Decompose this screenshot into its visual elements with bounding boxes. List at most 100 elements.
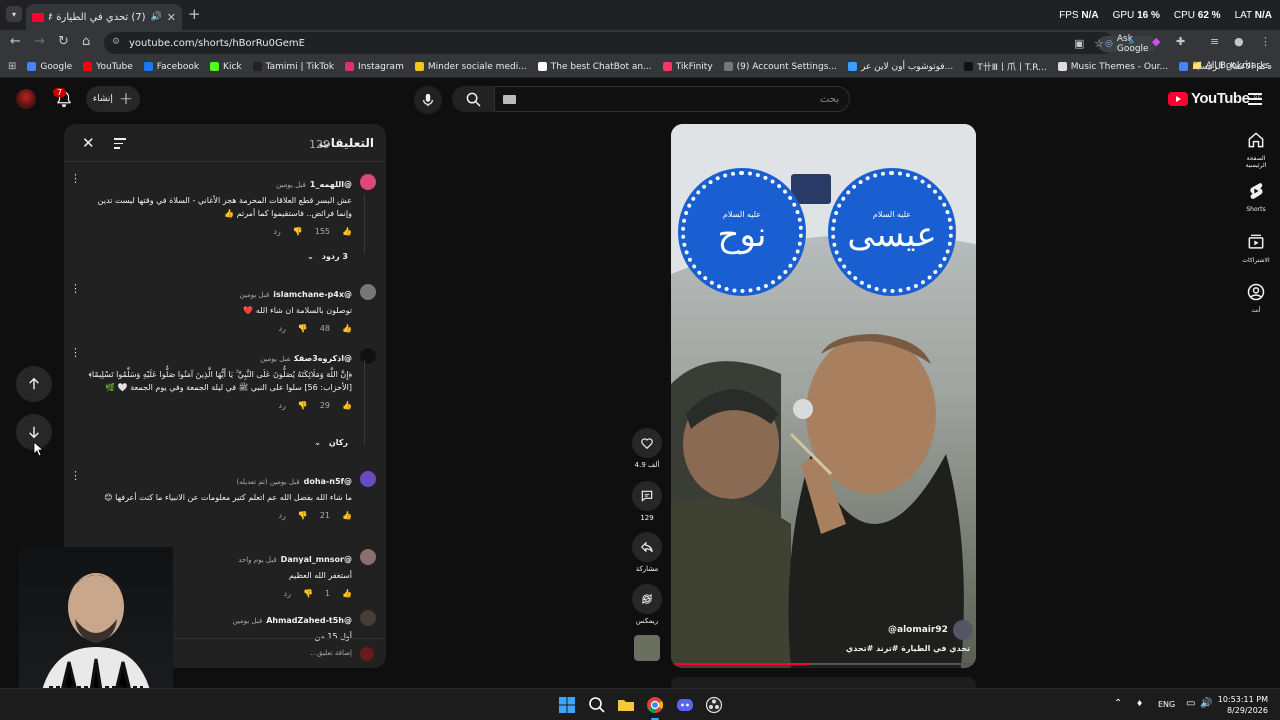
reply-button[interactable]: رد (273, 227, 280, 236)
thumbs-up-icon[interactable]: 👍 (342, 324, 352, 333)
language-indicator[interactable]: ENG (1158, 700, 1175, 709)
share-button[interactable]: مشاركة (632, 532, 662, 573)
bookmark-item[interactable]: TikFinity (662, 62, 713, 72)
comment-menu-icon[interactable]: ⋮ (70, 172, 81, 185)
bookmark-item[interactable]: (9) Account Settings... (723, 62, 837, 72)
profile-icon[interactable]: ● (1234, 35, 1244, 48)
bookmark-item[interactable]: Music Themes - Our... (1057, 62, 1168, 72)
comment-author[interactable]: @اللهمه_1 (310, 180, 352, 189)
comment-menu-icon[interactable]: ⋮ (70, 346, 81, 359)
apps-grid-icon[interactable]: ⊞ (8, 61, 16, 72)
taskbar-search-icon[interactable] (587, 695, 607, 715)
add-comment-input[interactable]: إضافة تعليق... (310, 649, 352, 657)
comment-author[interactable]: @Danyal_mnsor (281, 555, 352, 564)
ask-google-button[interactable]: ◎ Ask Google (1098, 34, 1156, 54)
tray-location-icon[interactable]: ♦ (1136, 699, 1143, 708)
comments-button[interactable]: 129 (632, 481, 662, 522)
commenter-avatar[interactable] (360, 610, 376, 626)
thumbs-up-icon[interactable]: 👍 (342, 401, 352, 410)
volume-icon[interactable]: 🔊 (1200, 698, 1212, 709)
create-button[interactable]: إنشاء + (86, 86, 140, 112)
bookmark-item[interactable]: T卄Ⅲ丨爪丨T.R... (964, 60, 1047, 73)
back-icon[interactable]: ← (10, 34, 21, 49)
comment-author[interactable]: @اذكروه3صقك (294, 354, 352, 363)
channel-link[interactable]: @alomair92 (888, 620, 973, 640)
thumbs-down-icon[interactable]: 👎 (298, 401, 308, 410)
reply-button[interactable]: رد (284, 589, 291, 598)
system-clock[interactable]: 10:53:11 PM 8/29/2026 (1218, 694, 1268, 716)
tab-search-button[interactable]: ▾ (6, 6, 22, 22)
bookmark-item[interactable]: YouTube (83, 62, 133, 72)
reply-button[interactable]: رد (278, 324, 285, 333)
bookmark-item[interactable]: فوتوشوب أون لاين عر... (847, 62, 953, 72)
bookmark-item[interactable]: Minder sociale medi... (414, 62, 527, 72)
reading-list-icon[interactable]: ≡ (1210, 35, 1219, 48)
reload-icon[interactable]: ↻ (58, 34, 69, 49)
thumbs-up-icon[interactable]: 👍 (342, 589, 352, 598)
thumbs-down-icon[interactable]: 👎 (293, 227, 303, 236)
short-video-player[interactable]: عليه السلام نوح عليه السلام عيسى (671, 124, 976, 668)
extensions-puzzle-icon[interactable]: ✚ (1176, 35, 1185, 48)
sidenav-you[interactable]: أنت (1236, 282, 1276, 314)
network-icon[interactable]: ▭ (1186, 698, 1195, 709)
close-tab-icon[interactable]: ✕ (167, 11, 176, 24)
bookmark-item[interactable]: Tamimi | TikTok (252, 62, 334, 72)
like-button[interactable]: 4.9 ألف (632, 428, 662, 469)
bookmark-item[interactable]: Google (27, 62, 72, 72)
browser-tab[interactable]: (7) تحدي في الطيارة #ترند ... 🔊 ✕ (26, 4, 182, 30)
thumbs-up-icon[interactable]: 👍 (342, 227, 352, 236)
bookmark-star-icon[interactable]: ☆ (1094, 37, 1104, 50)
comment-author[interactable]: @AhmadZahed-t5h (266, 616, 352, 625)
channel-avatar[interactable] (16, 89, 36, 109)
sidenav-subscriptions[interactable]: الاشتراكات (1236, 232, 1276, 264)
extension-icon[interactable]: » (1128, 35, 1135, 48)
bookmark-item[interactable]: Instagram (345, 62, 404, 72)
video-progress-bar[interactable] (674, 663, 973, 665)
close-comments-icon[interactable]: ✕ (82, 134, 95, 152)
speaker-icon[interactable]: 🔊 (151, 12, 162, 22)
sound-thumbnail[interactable] (634, 635, 660, 661)
comment-menu-icon[interactable]: ⋮ (70, 282, 81, 295)
obs-icon[interactable] (704, 695, 724, 715)
thumbs-up-icon[interactable]: 👍 (342, 511, 352, 520)
previous-short-button[interactable] (16, 366, 52, 402)
view-replies-button[interactable]: 3 ردود ⌄ (307, 252, 348, 261)
comment-menu-icon[interactable]: ⋮ (70, 469, 81, 482)
menu-kebab-icon[interactable]: ⋮ (1260, 35, 1271, 48)
comment-author[interactable]: @doha-n5f (304, 477, 352, 486)
commenter-avatar[interactable] (360, 549, 376, 565)
search-input[interactable]: بحث (494, 86, 850, 112)
shield-extension-icon[interactable]: ◆ (1152, 35, 1160, 48)
reply-button[interactable]: رد (278, 401, 285, 410)
guide-menu-icon[interactable] (1248, 93, 1262, 105)
all-bookmarks-button[interactable]: 📁 All Bookmarks (1192, 61, 1270, 71)
commenter-avatar[interactable] (360, 174, 376, 190)
chrome-icon[interactable] (645, 695, 665, 715)
file-explorer-icon[interactable] (616, 695, 636, 715)
bookmark-item[interactable]: Kick (210, 62, 242, 72)
bookmark-item[interactable]: The best ChatBot an... (537, 62, 652, 72)
thumbs-down-icon[interactable]: 👎 (303, 589, 313, 598)
home-icon[interactable]: ⌂ (82, 34, 90, 49)
tray-chevron-icon[interactable]: ⌃ (1114, 698, 1122, 709)
new-tab-button[interactable]: + (188, 5, 201, 23)
cast-icon[interactable]: ▣ (1074, 37, 1084, 50)
bookmark-item[interactable]: Facebook (143, 62, 199, 72)
voice-search-button[interactable] (414, 86, 442, 114)
discord-icon[interactable] (675, 695, 695, 715)
windows-start-icon[interactable] (557, 695, 577, 715)
remix-button[interactable]: ريمكس (632, 584, 662, 625)
view-replies-button-2[interactable]: ركان ⌄ (314, 438, 348, 447)
thumbs-down-icon[interactable]: 👎 (298, 324, 308, 333)
commenter-avatar[interactable] (360, 471, 376, 487)
commenter-avatar[interactable] (360, 348, 376, 364)
sidenav-shorts[interactable]: Shorts (1236, 181, 1276, 213)
keyboard-icon[interactable] (503, 95, 516, 104)
reply-button[interactable]: رد (278, 511, 285, 520)
sort-comments-icon[interactable] (114, 138, 126, 152)
address-bar[interactable]: ⚙ youtube.com/shorts/hBorRu0GemE ◎ Ask G… (104, 32, 1156, 54)
sidenav-home[interactable]: الصفحة الرئيسية (1236, 130, 1276, 169)
commenter-avatar[interactable] (360, 284, 376, 300)
comment-author[interactable]: @islamchane-p4x (273, 290, 352, 299)
site-info-icon[interactable]: ⚙ (112, 37, 120, 47)
